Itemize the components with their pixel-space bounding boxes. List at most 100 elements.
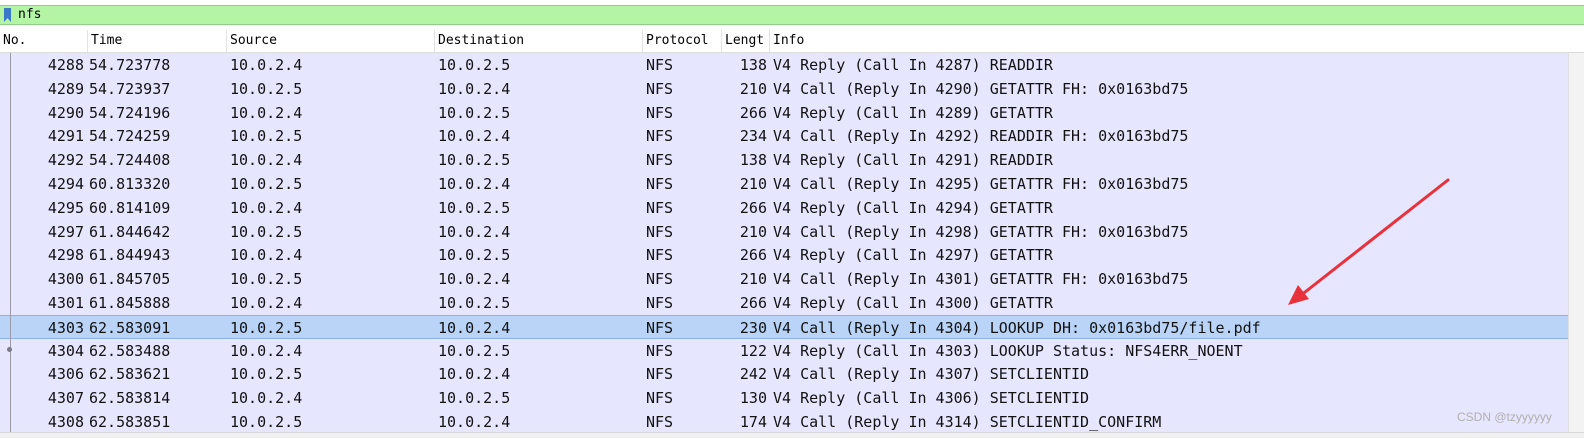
packet-no: 4303 [47, 319, 84, 337]
packet-info: V4 Reply (Call In 4303) LOOKUP Status: N… [773, 342, 1243, 360]
column-header-destination[interactable]: Destination [435, 30, 643, 52]
packet-info: V4 Call (Reply In 4314) SETCLIENTID_CONF… [773, 413, 1162, 431]
packet-source: 10.0.2.5 [230, 175, 303, 193]
packet-row[interactable]: 4288 54.723778 10.0.2.4 10.0.2.5 NFS 138 V4 Re… [0, 53, 1568, 77]
packet-no: 4297 [47, 223, 84, 241]
packet-no: 4298 [47, 246, 84, 264]
display-filter-input[interactable] [16, 6, 1578, 24]
packet-destination: 10.0.2.5 [438, 389, 511, 407]
column-header-protocol[interactable]: Protocol [643, 30, 722, 52]
packet-protocol: NFS [646, 175, 674, 193]
packet-row[interactable]: 4297 61.844642 10.0.2.5 10.0.2.4 NFS 210 V4 Ca… [0, 220, 1568, 244]
packet-source: 10.0.2.4 [230, 151, 303, 169]
packet-length: 266 [739, 246, 767, 264]
packet-row-selected[interactable]: 4303 62.583091 10.0.2.5 10.0.2.4 NFS 230 V4 Ca… [0, 315, 1568, 339]
packet-no: 4307 [47, 389, 84, 407]
packet-info: V4 Call (Reply In 4301) GETATTR FH: 0x01… [773, 270, 1189, 288]
column-header-length[interactable]: Lengt [722, 30, 770, 52]
packet-length: 230 [739, 319, 767, 337]
packet-info: V4 Call (Reply In 4290) GETATTR FH: 0x01… [773, 80, 1189, 98]
column-header-source[interactable]: Source [227, 30, 435, 52]
packet-destination: 10.0.2.4 [438, 175, 511, 193]
packet-length: 242 [739, 365, 767, 383]
packet-protocol: NFS [646, 223, 674, 241]
packet-no: 4306 [47, 365, 84, 383]
packet-time: 60.814109 [89, 199, 171, 217]
packet-row[interactable]: 4292 54.724408 10.0.2.4 10.0.2.5 NFS 138 V4 Re… [0, 148, 1568, 172]
packet-source: 10.0.2.4 [230, 104, 303, 122]
watermark: CSDN @tzyyyyyy [1457, 410, 1552, 424]
packet-row[interactable]: 4307 62.583814 10.0.2.4 10.0.2.5 NFS 130 V4 Re… [0, 386, 1568, 410]
packet-protocol: NFS [646, 294, 674, 312]
packet-info: V4 Reply (Call In 4300) GETATTR [773, 294, 1053, 312]
packet-protocol: NFS [646, 80, 674, 98]
packet-no: 4295 [47, 199, 84, 217]
packet-protocol: NFS [646, 199, 674, 217]
packet-row[interactable]: 4289 54.723937 10.0.2.5 10.0.2.4 NFS 210 V4 Ca… [0, 77, 1568, 101]
packet-row[interactable]: 4304 62.583488 10.0.2.4 10.0.2.5 NFS 122 V4 Re… [0, 339, 1568, 363]
column-header-info[interactable]: Info [770, 30, 1568, 52]
packet-protocol: NFS [646, 104, 674, 122]
packet-row[interactable]: 4301 61.845888 10.0.2.4 10.0.2.5 NFS 266 V4 Re… [0, 291, 1568, 315]
packet-length: 122 [739, 342, 767, 360]
packet-time: 62.583091 [89, 319, 171, 337]
packet-source: 10.0.2.4 [230, 246, 303, 264]
packet-no: 4291 [47, 127, 84, 145]
packet-length: 266 [739, 104, 767, 122]
bookmark-icon[interactable] [3, 8, 12, 22]
packet-time: 62.583621 [89, 365, 171, 383]
column-header-no[interactable]: No. [0, 30, 88, 52]
packet-info: V4 Reply (Call In 4297) GETATTR [773, 246, 1053, 264]
packet-protocol: NFS [646, 246, 674, 264]
packet-info: V4 Reply (Call In 4289) GETATTR [773, 104, 1053, 122]
packet-row[interactable]: 4295 60.814109 10.0.2.4 10.0.2.5 NFS 266 V4 Re… [0, 196, 1568, 220]
packet-destination: 10.0.2.4 [438, 365, 511, 383]
packet-protocol: NFS [646, 413, 674, 431]
packet-length: 266 [739, 199, 767, 217]
packet-time: 62.583851 [89, 413, 171, 431]
packet-destination: 10.0.2.4 [438, 80, 511, 98]
packet-source: 10.0.2.5 [230, 319, 303, 337]
packet-destination: 10.0.2.5 [438, 104, 511, 122]
packet-info: V4 Reply (Call In 4294) GETATTR [773, 199, 1053, 217]
packet-time: 62.583488 [89, 342, 171, 360]
packet-source: 10.0.2.5 [230, 413, 303, 431]
packet-time: 54.724408 [89, 151, 171, 169]
packet-protocol: NFS [646, 365, 674, 383]
packet-destination: 10.0.2.5 [438, 246, 511, 264]
packet-protocol: NFS [646, 389, 674, 407]
horizontal-scrollbar[interactable] [0, 432, 1584, 438]
packet-length: 210 [739, 175, 767, 193]
packet-row[interactable]: 4306 62.583621 10.0.2.5 10.0.2.4 NFS 242 V4 Ca… [0, 362, 1568, 386]
packet-row[interactable]: 4291 54.724259 10.0.2.5 10.0.2.4 NFS 234 V4 Ca… [0, 124, 1568, 148]
packet-info: V4 Call (Reply In 4307) SETCLIENTID [773, 365, 1090, 383]
packet-row[interactable]: 4294 60.813320 10.0.2.5 10.0.2.4 NFS 210 V4 Ca… [0, 172, 1568, 196]
packet-length: 266 [739, 294, 767, 312]
packet-row[interactable]: 4298 61.844943 10.0.2.4 10.0.2.5 NFS 266 V4 Re… [0, 243, 1568, 267]
column-header-time[interactable]: Time [88, 30, 227, 52]
packet-no: 4301 [47, 294, 84, 312]
packet-destination: 10.0.2.4 [438, 270, 511, 288]
display-filter-bar [0, 5, 1584, 25]
packet-source: 10.0.2.5 [230, 365, 303, 383]
packet-info: V4 Call (Reply In 4295) GETATTR FH: 0x01… [773, 175, 1189, 193]
packet-no: 4300 [47, 270, 84, 288]
packet-time: 61.844943 [89, 246, 171, 264]
packet-source: 10.0.2.4 [230, 199, 303, 217]
packet-row[interactable]: 4308 62.583851 10.0.2.5 10.0.2.4 NFS 174 V4 Ca… [0, 410, 1568, 434]
packet-no: 4294 [47, 175, 84, 193]
packet-length: 174 [739, 413, 767, 431]
packet-time: 54.724196 [89, 104, 171, 122]
packet-length: 210 [739, 270, 767, 288]
packet-row[interactable]: 4300 61.845705 10.0.2.5 10.0.2.4 NFS 210 V4 Ca… [0, 267, 1568, 291]
packet-source: 10.0.2.4 [230, 389, 303, 407]
packet-destination: 10.0.2.4 [438, 223, 511, 241]
packet-source: 10.0.2.5 [230, 223, 303, 241]
packet-protocol: NFS [646, 127, 674, 145]
packet-no: 4304 [47, 342, 84, 360]
packet-protocol: NFS [646, 342, 674, 360]
packet-source: 10.0.2.5 [230, 80, 303, 98]
packet-source: 10.0.2.5 [230, 127, 303, 145]
packet-row[interactable]: 4290 54.724196 10.0.2.4 10.0.2.5 NFS 266 V4 Re… [0, 101, 1568, 125]
vertical-scrollbar[interactable] [1568, 53, 1584, 435]
